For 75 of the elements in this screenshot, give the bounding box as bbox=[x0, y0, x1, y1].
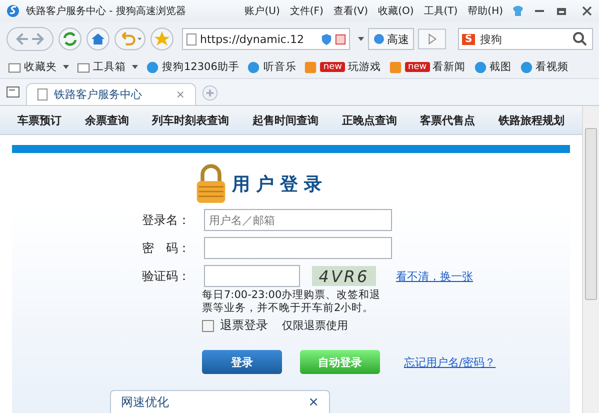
play-icon[interactable] bbox=[418, 28, 446, 50]
new-badge: new bbox=[405, 62, 430, 72]
nav-link[interactable]: 车票预订 bbox=[18, 112, 62, 128]
scrollbar[interactable] bbox=[582, 106, 599, 413]
shirt-icon[interactable] bbox=[511, 4, 525, 18]
browser-tab[interactable]: 铁路客户服务中心 × bbox=[26, 83, 196, 105]
field-label: 密 码： bbox=[142, 240, 191, 256]
login-title: 用户登录 bbox=[232, 173, 328, 196]
window-title: 铁路客户服务中心 - 搜狗高速浏览器 bbox=[26, 4, 186, 18]
nav-link[interactable]: 正晚点查询 bbox=[342, 112, 397, 128]
login-button[interactable]: 登录 bbox=[202, 350, 282, 374]
nav-link[interactable]: 列车时刻表查询 bbox=[152, 112, 230, 128]
game-icon bbox=[389, 60, 402, 74]
address-bar[interactable]: https://dynamic.12 bbox=[182, 28, 350, 50]
menu-item[interactable]: 帮助(H) bbox=[466, 4, 505, 18]
field-label: 验证码： bbox=[142, 268, 191, 284]
notice-text: 每日7:00-23:00办理购票、改签和退票等业务，并不晚于开车前2小时。 bbox=[202, 289, 382, 315]
folder-icon bbox=[77, 60, 90, 74]
link-icon bbox=[247, 60, 260, 74]
menu-item[interactable]: 工具(T) bbox=[422, 4, 460, 18]
tab-close-button[interactable]: × bbox=[176, 88, 185, 101]
captcha-image: 4VR6 bbox=[312, 266, 376, 286]
nav-link[interactable]: 客票代售点 bbox=[420, 112, 476, 128]
input-field[interactable] bbox=[204, 237, 392, 259]
link-icon bbox=[146, 60, 159, 74]
checkbox-note: 仅限退票使用 bbox=[282, 318, 348, 333]
refresh-captcha-link[interactable]: 看不清，换一张 bbox=[396, 268, 473, 284]
search-input[interactable]: 搜狗 bbox=[478, 32, 572, 46]
blocked-page-icon bbox=[335, 32, 346, 46]
search-icon[interactable] bbox=[572, 31, 588, 47]
page-icon bbox=[186, 32, 197, 46]
close-icon[interactable] bbox=[581, 5, 593, 17]
bookmark-item[interactable]: 看视频 bbox=[520, 60, 569, 74]
page-icon bbox=[37, 88, 48, 101]
back-forward-icon[interactable] bbox=[6, 26, 54, 52]
bookmark-item[interactable]: 截图 bbox=[474, 60, 512, 74]
popup-title: 网速优化 bbox=[121, 395, 169, 411]
globe-icon bbox=[373, 33, 385, 45]
speed-button[interactable]: 高速 bbox=[368, 28, 414, 50]
home-icon[interactable] bbox=[86, 27, 110, 51]
search-field[interactable]: S 搜狗 bbox=[458, 28, 593, 50]
new-tab-icon[interactable] bbox=[202, 85, 218, 101]
padlock-icon bbox=[194, 163, 228, 205]
popup-close-button[interactable]: × bbox=[308, 395, 319, 413]
forgot-password-link[interactable]: 忘记用户名/密码？ bbox=[404, 354, 496, 370]
refresh-icon[interactable] bbox=[58, 27, 82, 51]
bookmark-item[interactable]: 收藏夹 bbox=[8, 60, 69, 74]
nav-link[interactable]: 铁路旅程规划 bbox=[498, 112, 564, 128]
bookmark-item[interactable]: new 玩游戏 bbox=[304, 60, 382, 74]
input-field[interactable] bbox=[204, 265, 300, 287]
link-icon bbox=[474, 60, 487, 74]
folder-icon bbox=[8, 60, 21, 74]
game-icon bbox=[304, 60, 318, 74]
nav-link[interactable]: 余票查询 bbox=[84, 112, 129, 128]
checkbox[interactable] bbox=[202, 320, 214, 332]
bookmark-item[interactable]: 听音乐 bbox=[247, 60, 296, 74]
checkbox-label[interactable]: 退票登录 bbox=[220, 317, 268, 334]
url-text: https://dynamic.12 bbox=[200, 32, 305, 46]
nav-link[interactable]: 起售时间查询 bbox=[252, 112, 318, 128]
field-label: 登录名： bbox=[142, 212, 191, 228]
menu-item[interactable]: 收藏(O) bbox=[376, 4, 416, 18]
menu-item[interactable]: 账户(U) bbox=[242, 4, 282, 18]
sidebar-toggle-icon[interactable] bbox=[6, 86, 20, 98]
menu-item[interactable]: 查看(V) bbox=[331, 4, 370, 18]
search-engine-logo[interactable]: S bbox=[462, 34, 476, 44]
link-icon bbox=[520, 60, 533, 74]
input-field[interactable]: 用户名／邮箱 bbox=[204, 209, 392, 231]
shield-icon bbox=[321, 32, 332, 46]
bookmark-item[interactable]: 搜狗12306助手 bbox=[146, 60, 240, 74]
undo-icon[interactable] bbox=[114, 27, 146, 51]
browser-logo-icon bbox=[6, 4, 20, 18]
new-badge: new bbox=[320, 62, 346, 72]
bookmark-item[interactable]: new 看新闻 bbox=[389, 60, 466, 74]
bookmark-item[interactable]: 工具箱 bbox=[77, 60, 138, 74]
menu-item[interactable]: 文件(F) bbox=[288, 4, 326, 18]
